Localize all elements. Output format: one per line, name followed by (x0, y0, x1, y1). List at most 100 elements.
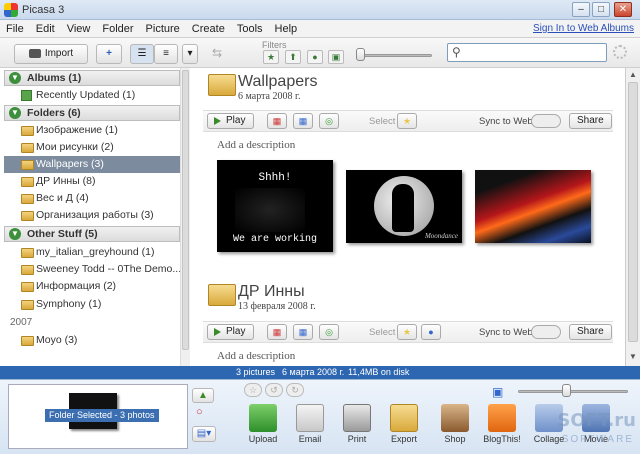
rotate-right-icon[interactable]: ↻ (286, 383, 305, 397)
add-to-album-button[interactable]: + (96, 44, 122, 64)
menu-tools[interactable]: Tools (231, 20, 269, 35)
camera-icon (28, 48, 41, 58)
sidebar-item-folder[interactable]: my_italian_greyhound (1) (4, 244, 180, 261)
sync-toggle[interactable] (531, 325, 561, 339)
menu-picture[interactable]: Picture (140, 20, 186, 35)
folder-icon (21, 126, 34, 136)
sidebar-item-wallpapers[interactable]: Wallpapers (3) (4, 156, 180, 173)
movie-small-button[interactable]: ▦ (293, 324, 313, 340)
menu-edit[interactable]: Edit (30, 20, 61, 35)
blogthis-button[interactable]: BlogThis! (482, 404, 522, 444)
photo-thumbnail[interactable]: Shhh! We are working (217, 160, 333, 252)
play-icon (214, 328, 221, 336)
action-label: BlogThis! (483, 434, 521, 444)
status-bar: 3 pictures 6 марта 2008 г. 11,4MB on dis… (0, 366, 640, 379)
sidebar-item-folder[interactable]: Sweeney Todd -- 0The Demo... (4, 261, 180, 278)
photo-thumbnail[interactable]: Moondance (346, 170, 462, 243)
menu-folder[interactable]: Folder (96, 20, 139, 35)
email-button[interactable]: Email (290, 404, 330, 444)
status-picture-count: 3 pictures (236, 367, 276, 377)
section-folders[interactable]: ▼ Folders (6) (4, 105, 180, 121)
select-people-button[interactable]: ● (421, 324, 441, 340)
shop-button[interactable]: Shop (435, 404, 475, 444)
sidebar-scroll-thumb[interactable] (182, 70, 189, 350)
sidebar-scrollbar[interactable] (180, 68, 190, 366)
album-title[interactable]: Wallpapers (238, 73, 317, 91)
sidebar-item-folder[interactable]: Moyo (3) (4, 332, 180, 349)
select-starred-button[interactable]: ★ (397, 324, 417, 340)
globe-icon: ◎ (325, 327, 333, 337)
minimize-button[interactable]: – (572, 2, 590, 17)
section-other-stuff[interactable]: ▼ Other Stuff (5) (4, 226, 180, 242)
print-button[interactable]: Print (337, 404, 377, 444)
date-filter-knob[interactable] (356, 48, 365, 61)
movie-small-button[interactable]: ▦ (293, 113, 313, 129)
clear-selection-icon[interactable]: ○ (196, 406, 210, 420)
album-add-button[interactable]: ▤▾ (192, 426, 216, 442)
upload-button[interactable]: Upload (243, 404, 283, 444)
rotate-left-icon[interactable]: ↺ (265, 383, 284, 397)
thumbnail-size-knob[interactable] (562, 384, 571, 397)
share-button[interactable]: Share (569, 324, 612, 340)
menu-help[interactable]: Help (269, 20, 304, 35)
add-description-field[interactable]: Add a description (217, 350, 295, 362)
thumbnail-size-slider[interactable] (518, 390, 628, 393)
upload-filter-button[interactable]: ⬆ (285, 50, 301, 64)
menu-file[interactable]: File (0, 20, 30, 35)
selection-tray: Folder Selected - 3 photos (8, 384, 188, 449)
close-button[interactable]: ✕ (614, 2, 632, 17)
star-toggle-icon[interactable]: ☆ (244, 383, 262, 397)
search-input[interactable] (466, 45, 604, 60)
sidebar-item-folder[interactable]: Symphony (1) (4, 296, 180, 313)
list-view-icon: ≡ (163, 48, 169, 59)
geotag-button[interactable]: ◎ (319, 324, 339, 340)
select-starred-button[interactable]: ★ (397, 113, 417, 129)
year-separator: 2007 (10, 317, 33, 328)
play-label: Play (226, 326, 246, 337)
share-button[interactable]: Share (569, 113, 612, 129)
date-filter-slider[interactable] (356, 54, 432, 57)
sidebar-item-folder[interactable]: Организация работы (3) (4, 207, 180, 224)
view-dropdown-button[interactable]: ▾ (182, 44, 198, 64)
collage-small-button[interactable]: ▦ (267, 113, 287, 129)
import-button[interactable]: Import (14, 44, 88, 64)
sign-in-link[interactable]: Sign In to Web Albums (533, 23, 634, 34)
album-title[interactable]: ДР Инны (238, 283, 305, 301)
action-label: Print (347, 434, 367, 444)
thumbnail-view-button[interactable]: ☰ (130, 44, 154, 64)
export-button[interactable]: Export (384, 404, 424, 444)
sidebar-item-folder[interactable]: ДР Инны (8) (4, 173, 180, 190)
collage-small-button[interactable]: ▦ (267, 324, 287, 340)
photo-thumbnail[interactable] (475, 170, 591, 243)
sidebar-item-folder[interactable]: Информация (2) (4, 278, 180, 295)
add-description-field[interactable]: Add a description (217, 139, 295, 151)
sidebar-item-folder[interactable]: Вес и Д (4) (4, 190, 180, 207)
select-label: Select (369, 327, 396, 338)
thumb-text: We are working (232, 234, 317, 245)
main-scroll-thumb[interactable] (628, 82, 638, 342)
scroll-down-icon[interactable]: ▼ (628, 352, 638, 362)
play-slideshow-button[interactable]: Play (207, 113, 255, 129)
play-slideshow-button[interactable]: Play (207, 324, 255, 340)
collapse-icon[interactable]: ▼ (9, 107, 21, 119)
search-box[interactable]: ⚲ (447, 43, 607, 62)
sync-toggle[interactable] (531, 114, 561, 128)
maximize-button[interactable]: □ (592, 2, 610, 17)
starred-filter-button[interactable]: ★ (263, 50, 279, 64)
hold-button[interactable]: ▲ (192, 388, 214, 403)
main-scrollbar[interactable]: ▲ ▼ (625, 68, 640, 366)
list-view-button[interactable]: ≡ (154, 44, 178, 64)
folder-icon (21, 248, 34, 258)
menu-create[interactable]: Create (186, 20, 231, 35)
sidebar-item-recently-updated[interactable]: Recently Updated (1) (4, 87, 180, 104)
sidebar-item-folder[interactable]: Изображение (1) (4, 122, 180, 139)
faces-filter-button[interactable]: ● (307, 50, 323, 64)
sidebar-item-folder[interactable]: Мои рисунки (2) (4, 139, 180, 156)
collapse-icon[interactable]: ▼ (9, 72, 21, 84)
section-albums[interactable]: ▼ Albums (1) (4, 70, 180, 86)
scroll-up-icon[interactable]: ▲ (628, 70, 638, 80)
collapse-icon[interactable]: ▼ (9, 228, 21, 240)
movie-filter-button[interactable]: ▣ (328, 50, 344, 64)
menu-view[interactable]: View (61, 20, 97, 35)
geotag-button[interactable]: ◎ (319, 113, 339, 129)
